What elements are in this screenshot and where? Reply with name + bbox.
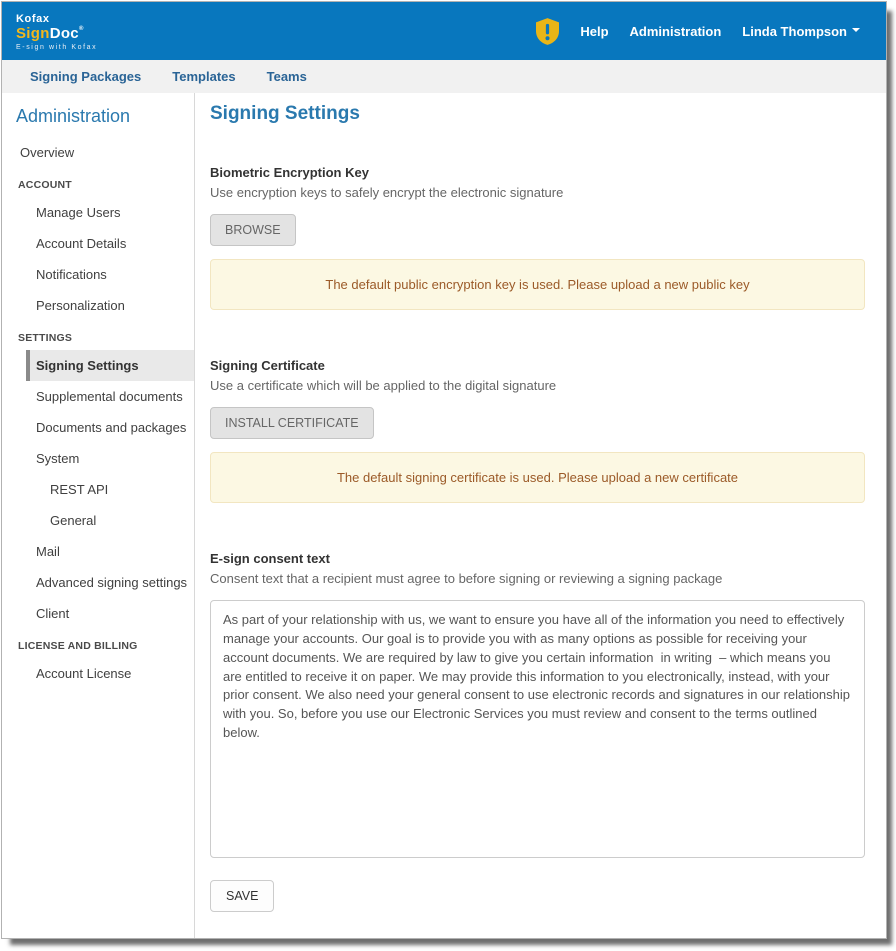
sidebar-item-overview[interactable]: Overview [2, 137, 194, 168]
primary-nav: Signing Packages Templates Teams [2, 60, 886, 93]
consent-text-input[interactable]: As part of your relationship with us, we… [210, 600, 865, 858]
consent-heading: E-sign consent text [210, 551, 865, 566]
sidebar-section-account: ACCOUNT [2, 168, 194, 197]
sidebar-item-account-details[interactable]: Account Details [2, 228, 194, 259]
sidebar-item-general[interactable]: General [2, 505, 194, 536]
nav-teams[interactable]: Teams [267, 69, 307, 84]
sidebar-item-client[interactable]: Client [2, 598, 194, 629]
sidebar-item-system[interactable]: System [2, 443, 194, 474]
certificate-description: Use a certificate which will be applied … [210, 378, 865, 393]
logo-kofax: Kofax [16, 14, 97, 25]
top-header: Kofax SignDoc® E-sign with Kofax Help Ad… [2, 2, 886, 60]
biometric-description: Use encryption keys to safely encrypt th… [210, 185, 865, 200]
biometric-encryption-section: Biometric Encryption Key Use encryption … [210, 165, 865, 310]
logo-tagline: E-sign with Kofax [16, 44, 97, 51]
sidebar-title: Administration [2, 104, 194, 137]
user-name: Linda Thompson [742, 24, 847, 39]
trademark-symbol: ® [79, 26, 84, 32]
install-certificate-button[interactable]: INSTALL CERTIFICATE [210, 407, 374, 439]
user-menu[interactable]: Linda Thompson [742, 24, 860, 39]
kofax-signdoc-logo: Kofax SignDoc® E-sign with Kofax [16, 12, 97, 51]
help-link[interactable]: Help [580, 24, 608, 39]
nav-signing-packages[interactable]: Signing Packages [30, 69, 141, 84]
page-title: Signing Settings [210, 103, 865, 125]
sidebar-section-settings: SETTINGS [2, 321, 194, 350]
browse-button[interactable]: BROWSE [210, 214, 296, 246]
sidebar-item-documents-and-packages[interactable]: Documents and packages [2, 412, 194, 443]
save-button[interactable]: SAVE [210, 880, 274, 912]
sidebar-item-signing-settings[interactable]: Signing Settings [26, 350, 194, 381]
sidebar-item-advanced-signing-settings[interactable]: Advanced signing settings [2, 567, 194, 598]
main-content: Signing Settings Biometric Encryption Ke… [195, 93, 886, 938]
sidebar-item-rest-api[interactable]: REST API [2, 474, 194, 505]
nav-templates[interactable]: Templates [172, 69, 235, 84]
sidebar-item-account-license[interactable]: Account License [2, 658, 194, 689]
app-window: Kofax SignDoc® E-sign with Kofax Help Ad… [1, 1, 887, 939]
sidebar-section-license-and-billing: LICENSE AND BILLING [2, 629, 194, 658]
admin-sidebar: Administration Overview ACCOUNT Manage U… [2, 93, 195, 938]
certificate-warning-alert: The default signing certificate is used.… [210, 452, 865, 503]
biometric-heading: Biometric Encryption Key [210, 165, 865, 180]
header-menu: Help Administration Linda Thompson [536, 18, 860, 45]
sidebar-item-notifications[interactable]: Notifications [2, 259, 194, 290]
esign-consent-section: E-sign consent text Consent text that a … [210, 551, 865, 858]
logo-signdoc: SignDoc® [16, 26, 97, 41]
sidebar-item-mail[interactable]: Mail [2, 536, 194, 567]
consent-description: Consent text that a recipient must agree… [210, 571, 865, 586]
shield-exclamation-icon[interactable] [536, 18, 559, 45]
sidebar-item-personalization[interactable]: Personalization [2, 290, 194, 321]
certificate-heading: Signing Certificate [210, 358, 865, 373]
administration-link[interactable]: Administration [630, 24, 722, 39]
encryption-key-warning-alert: The default public encryption key is use… [210, 259, 865, 310]
chevron-down-icon [852, 28, 860, 32]
signing-certificate-section: Signing Certificate Use a certificate wh… [210, 358, 865, 503]
page-body: Administration Overview ACCOUNT Manage U… [2, 93, 886, 938]
sidebar-item-manage-users[interactable]: Manage Users [2, 197, 194, 228]
sidebar-item-supplemental-documents[interactable]: Supplemental documents [2, 381, 194, 412]
